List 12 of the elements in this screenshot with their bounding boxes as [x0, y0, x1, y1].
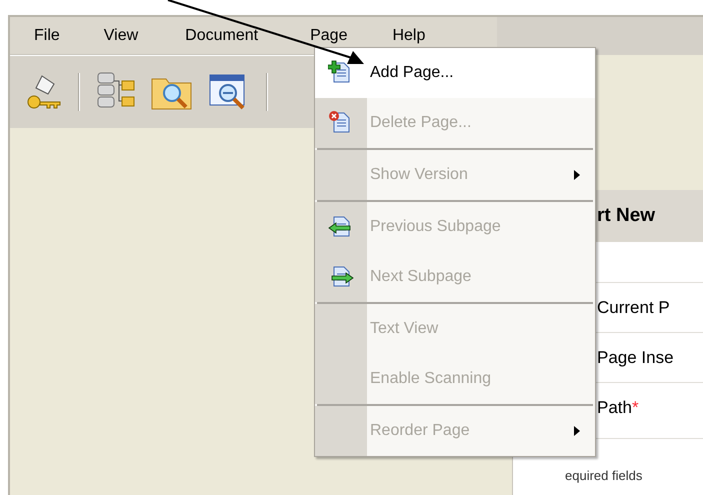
- menu-bar-item[interactable]: Document: [185, 24, 258, 48]
- menu-bar-item[interactable]: View: [104, 24, 138, 48]
- menu-item[interactable]: Add Page...: [315, 48, 595, 98]
- form-title: rt New: [597, 204, 656, 228]
- menu-bar-item[interactable]: Page: [310, 24, 348, 48]
- field-label: Path: [597, 397, 632, 419]
- field-label: Page Inse: [597, 346, 674, 369]
- required-note: equired fields: [565, 468, 642, 483]
- required-mark: *: [632, 397, 639, 419]
- menu-bar-item[interactable]: File: [34, 24, 60, 48]
- menu-bar-item[interactable]: Help: [392, 24, 426, 48]
- field-label: Current P: [597, 296, 670, 319]
